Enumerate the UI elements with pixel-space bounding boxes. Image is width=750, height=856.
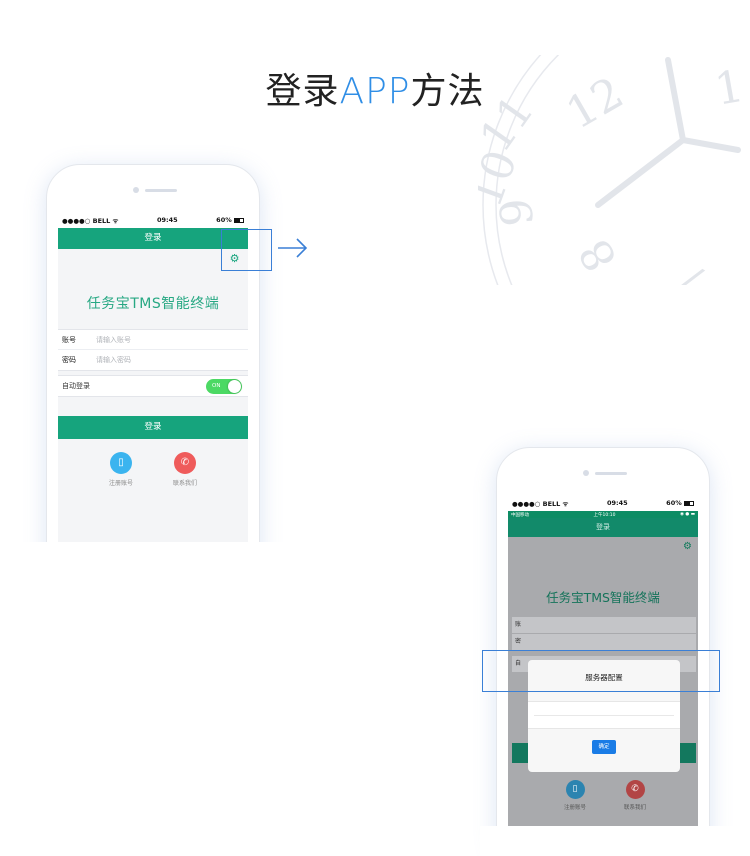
- gear-highlight: [221, 229, 272, 271]
- brand-title: 任务宝TMS智能终端: [546, 590, 660, 605]
- bottom-links: ▯ 注册账号 ✆ 联系我们: [560, 780, 650, 811]
- battery-indicator: 60%: [666, 499, 694, 507]
- auto-login-row: 自动登录 ON: [58, 375, 248, 397]
- login-button[interactable]: 登录: [58, 416, 248, 439]
- svg-text:1: 1: [711, 61, 747, 116]
- account-row: 账号: [58, 330, 248, 350]
- auto-login-label: 自动登录: [62, 382, 90, 390]
- gear-icon: ⚙: [683, 541, 692, 552]
- status-bar: ●●●●○ BELL ᯤ 09:45 60%: [58, 212, 248, 228]
- svg-text:7: 7: [669, 251, 719, 285]
- svg-text:9: 9: [491, 196, 544, 228]
- crop-mask: [0, 542, 480, 642]
- server-address-input[interactable]: [528, 701, 680, 729]
- speaker-slot: [595, 472, 627, 475]
- ok-button[interactable]: 确定: [592, 740, 616, 754]
- password-row: 密: [512, 634, 696, 650]
- account-input[interactable]: [96, 335, 216, 344]
- svg-text:8: 8: [569, 230, 627, 280]
- battery-icon: [234, 217, 244, 223]
- clock-decoration: 12 11 10 9 8 7 1: [478, 55, 747, 285]
- battery-icon: [684, 500, 694, 506]
- nav-title: 登录: [58, 228, 248, 249]
- crop-mask: [480, 826, 750, 856]
- contact-link[interactable]: ✆ 联系我们: [167, 452, 203, 487]
- password-input[interactable]: [96, 356, 216, 364]
- password-label: 密码: [62, 356, 76, 364]
- login-screen: ●●●●○ BELL ᯤ 09:45 60% 登录 ⚙ 任务宝TMS智能终端 账…: [58, 212, 248, 583]
- arrow-right-icon: [278, 238, 308, 258]
- register-link[interactable]: ▯ 注册账号: [103, 452, 139, 487]
- password-row: 密码: [58, 350, 248, 370]
- battery-indicator: 60%: [216, 216, 244, 224]
- call-icon: ✆: [174, 452, 196, 474]
- time-text: 09:45: [156, 216, 178, 224]
- account-label: 账号: [62, 335, 76, 344]
- status-bar: ●●●●○ BELL ᯤ 09:45 60%: [508, 495, 698, 511]
- phone-icon: ▯: [565, 780, 585, 799]
- camera-dot: [133, 187, 139, 193]
- account-row: 账: [512, 617, 696, 633]
- phone-icon: ▯: [110, 452, 132, 474]
- phone-login-mockup: ●●●●○ BELL ᯤ 09:45 60% 登录 ⚙ 任务宝TMS智能终端 账…: [46, 164, 260, 584]
- call-icon: ✆: [625, 780, 645, 799]
- login-form: 账号 密码: [58, 329, 248, 371]
- contact-link: ✆ 联系我们: [620, 780, 650, 811]
- register-link: ▯ 注册账号: [560, 780, 590, 811]
- dimmed-overlay: ⚙ 任务宝TMS智能终端 账 密 自 ▯ 注册账号 ✆ 联系我们 服务器配置 确…: [508, 537, 698, 856]
- speaker-slot: [145, 189, 177, 192]
- svg-text:12: 12: [558, 67, 632, 139]
- bottom-links: ▯ 注册账号 ✆ 联系我们: [58, 452, 248, 487]
- brand-title: 任务宝TMS智能终端: [86, 296, 220, 312]
- carrier-text: ●●●●○ BELL ᯤ: [62, 216, 119, 225]
- auto-login-toggle[interactable]: ON: [206, 378, 242, 394]
- inner-status-bar: 中国移动 上午10:10 ◉ ● ▬: [508, 511, 698, 518]
- camera-dot: [583, 470, 589, 476]
- nav-title: 登录: [508, 518, 698, 537]
- input-highlight: [482, 650, 720, 692]
- toggle-knob: [228, 379, 241, 393]
